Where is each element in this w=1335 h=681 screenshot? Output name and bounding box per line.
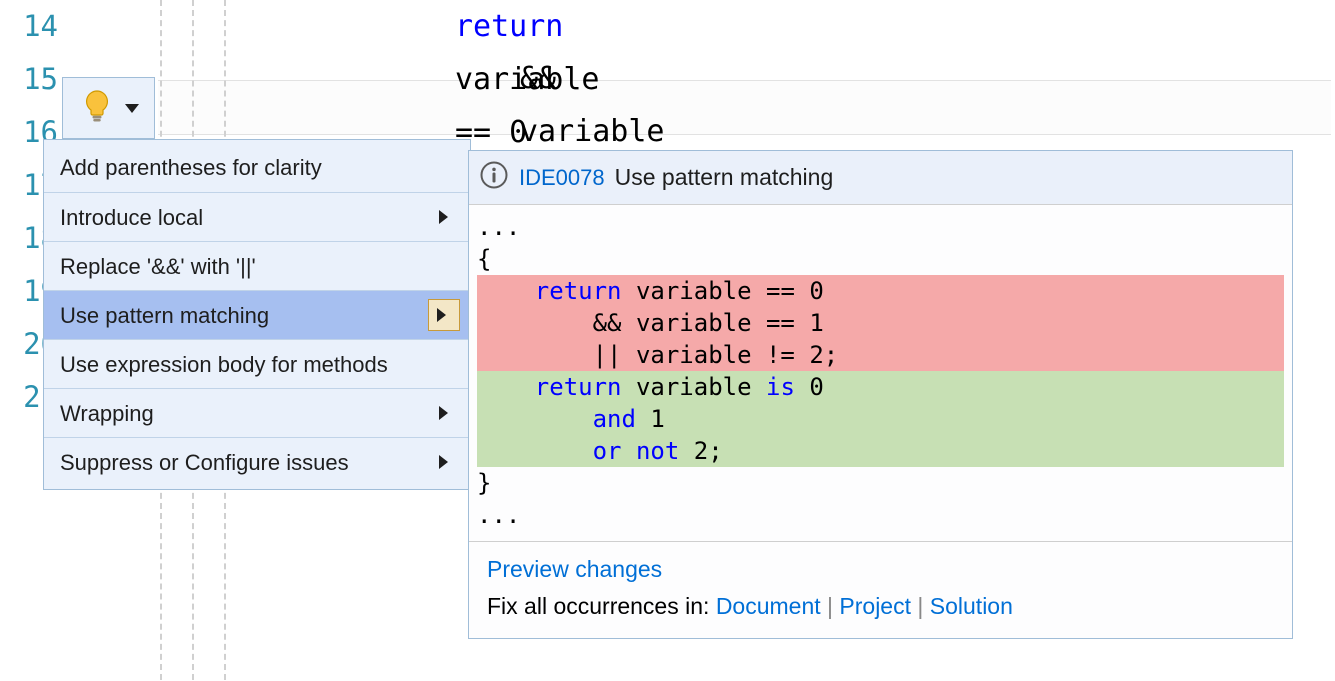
menu-item-introduce-local[interactable]: Introduce local (44, 192, 470, 241)
menu-item-wrapping[interactable]: Wrapping (44, 388, 470, 437)
preview-header: IDE0078 Use pattern matching (469, 151, 1292, 205)
separator: | (917, 593, 929, 619)
preview-diff: ... { return variable == 0 && variable =… (469, 205, 1292, 541)
keyword-and: and (593, 405, 636, 433)
keyword-or: or (593, 437, 622, 465)
line-number: 14 (0, 0, 62, 53)
code-text: 1 (636, 405, 665, 433)
menu-item-use-pattern-matching[interactable]: Use pattern matching (44, 290, 470, 339)
code-text (622, 437, 636, 465)
fix-solution-link[interactable]: Solution (930, 593, 1013, 619)
menu-item-label: Replace '&&' with '||' (60, 242, 256, 291)
diff-line-removed: && variable == 1 (477, 307, 1284, 339)
diff-line-added: return variable is 0 (477, 371, 1284, 403)
submenu-arrow-icon (437, 308, 446, 322)
diff-line: ... (477, 211, 1284, 243)
menu-item-expression-body[interactable]: Use expression body for methods (44, 339, 470, 388)
keyword-return: return (455, 9, 563, 44)
fix-project-link[interactable]: Project (839, 593, 911, 619)
rule-id-link[interactable]: IDE0078 (519, 165, 605, 191)
code-text: 0 (795, 373, 824, 401)
diff-line-removed: || variable != 2; (477, 339, 1284, 371)
submenu-arrow-icon (439, 406, 448, 420)
submenu-arrow-box (428, 299, 460, 331)
menu-item-label: Use pattern matching (60, 291, 269, 340)
lightbulb-icon (79, 88, 115, 129)
diff-line: ... (477, 499, 1284, 531)
diff-line-added: or not 2; (477, 435, 1284, 467)
rule-description: Use pattern matching (615, 164, 834, 191)
info-icon (479, 160, 509, 196)
keyword-return: return (535, 373, 622, 401)
fix-document-link[interactable]: Document (716, 593, 821, 619)
preview-panel: IDE0078 Use pattern matching ... { retur… (468, 150, 1293, 639)
chevron-down-icon (125, 104, 139, 113)
menu-item-label: Wrapping (60, 389, 154, 438)
menu-item-label: Add parentheses for clarity (60, 143, 322, 192)
code-text (477, 405, 593, 433)
menu-item-add-parentheses[interactable]: Add parentheses for clarity (44, 143, 470, 192)
code-text: 2; (679, 437, 722, 465)
menu-item-label: Suppress or Configure issues (60, 438, 349, 487)
code-text (477, 437, 593, 465)
diff-line: { (477, 243, 1284, 275)
submenu-arrow-icon (439, 210, 448, 224)
line-number: 15 (0, 53, 62, 106)
keyword-not: not (636, 437, 679, 465)
separator: | (827, 593, 839, 619)
keyword-is: is (766, 373, 795, 401)
editor-area: 14 15 16 17 18 19 20 21 { return variabl… (0, 0, 1335, 160)
diff-line-added: and 1 (477, 403, 1284, 435)
fix-all-label: Fix all occurrences in: (487, 593, 709, 619)
current-line-highlight (158, 80, 1331, 135)
code-text: variable == 0 (622, 277, 824, 305)
diff-line-removed: return variable == 0 (477, 275, 1284, 307)
menu-item-suppress-configure[interactable]: Suppress or Configure issues (44, 437, 470, 486)
quick-actions-menu: Add parentheses for clarity Introduce lo… (43, 139, 471, 490)
keyword-return: return (535, 277, 622, 305)
menu-item-label: Use expression body for methods (60, 340, 388, 389)
quick-actions-button[interactable] (62, 77, 155, 139)
preview-footer: Preview changes Fix all occurrences in: … (469, 541, 1292, 638)
preview-changes-link[interactable]: Preview changes (487, 556, 662, 582)
menu-item-replace-and-or[interactable]: Replace '&&' with '||' (44, 241, 470, 290)
menu-item-label: Introduce local (60, 193, 203, 242)
code-text: variable (622, 373, 767, 401)
submenu-arrow-icon (439, 455, 448, 469)
diff-line: } (477, 467, 1284, 499)
